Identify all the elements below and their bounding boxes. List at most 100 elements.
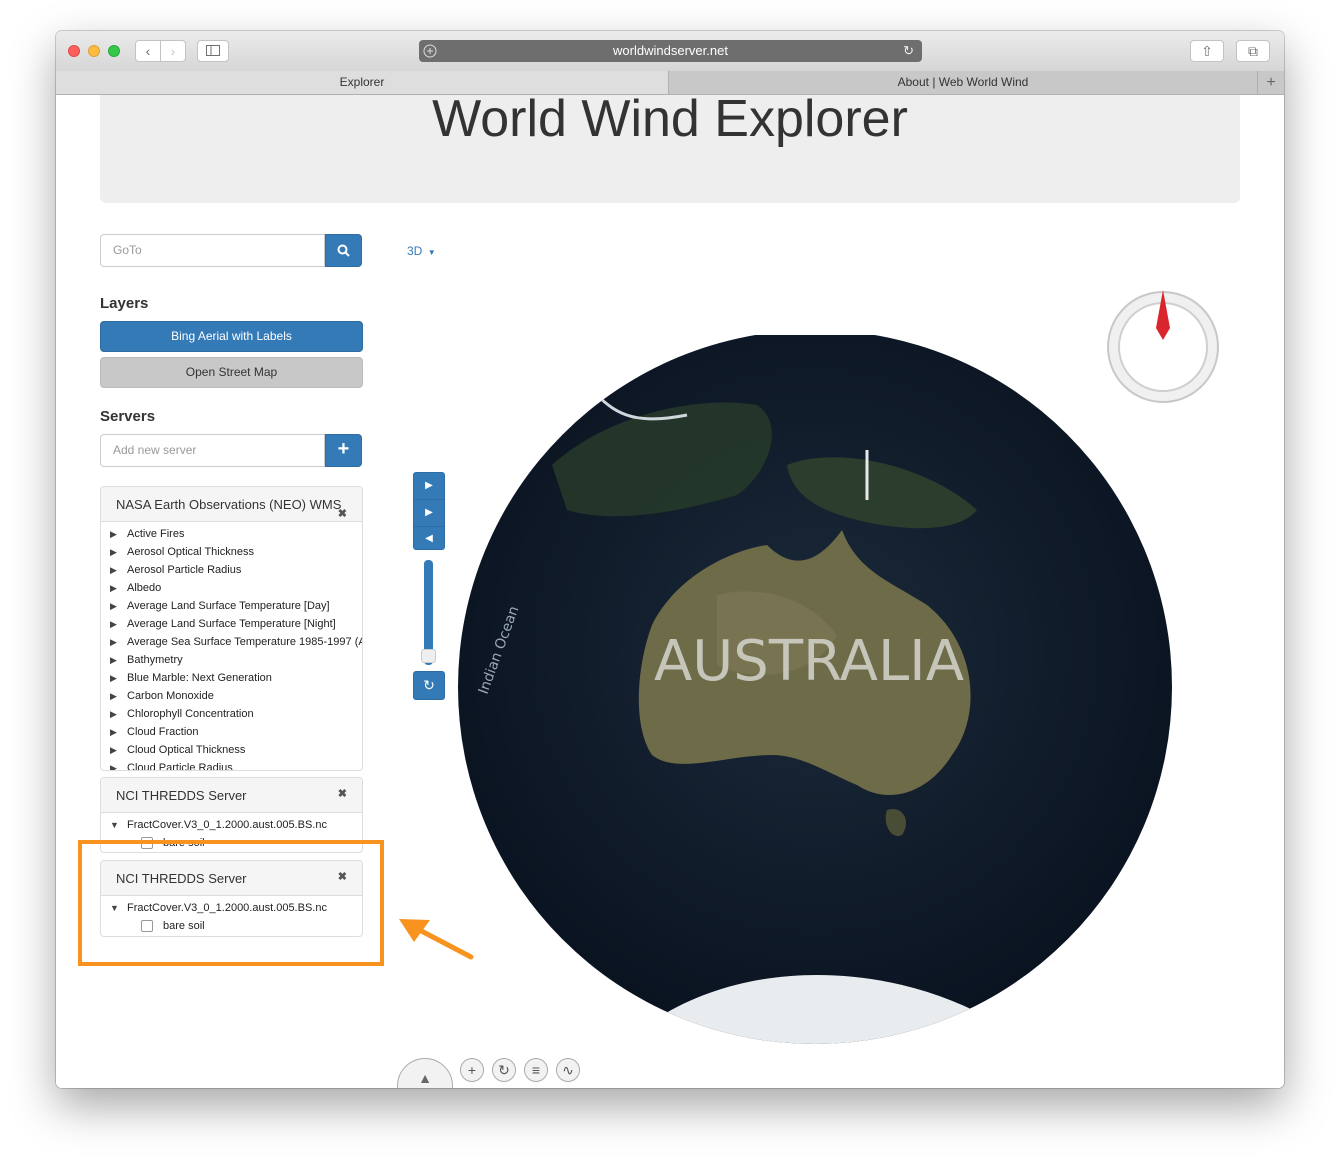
step-back-icon[interactable]: ◀ — [414, 526, 444, 551]
plus-icon: + — [1266, 74, 1276, 91]
projection-label: 3D — [407, 244, 423, 258]
layer-tree-item[interactable]: ▶ Bathymetry — [101, 651, 362, 669]
layer-tree-item-label: Aerosol Optical Thickness — [127, 546, 254, 558]
triangle-right-icon: ▶ — [110, 547, 117, 557]
layer-tree-item-label: Albedo — [127, 582, 162, 594]
globe[interactable]: AUSTRALIA Indian Ocean — [457, 335, 1177, 1055]
triangle-right-icon: ▶ — [110, 637, 117, 647]
server-panel-neo: NASA Earth Observations (NEO) WMS ✖ ▶ Act… — [100, 486, 363, 771]
share-icon: ⇧ — [1201, 43, 1213, 59]
triangle-right-icon: ▶ — [110, 709, 117, 719]
layer-tree-item[interactable]: ▶ Aerosol Optical Thickness — [101, 543, 362, 561]
layer-tree-item[interactable]: ▶ Albedo — [101, 579, 362, 597]
page-title: World Wind Explorer — [432, 95, 908, 148]
compass-icon[interactable] — [1106, 290, 1220, 404]
layer-tree-item[interactable]: ▶ Cloud Particle Radius — [101, 759, 362, 771]
layer-tree-item-label: Cloud Optical Thickness — [127, 744, 246, 756]
layer-tree-item-label: Aerosol Particle Radius — [127, 564, 242, 576]
refresh-button[interactable]: ↻ — [413, 671, 445, 700]
exaggeration-icon[interactable]: ∿ — [556, 1058, 580, 1082]
triangle-right-icon: ▶ — [110, 745, 117, 755]
show-tabs-button[interactable]: ⧉ — [1236, 40, 1270, 62]
time-controls: ▶​ ▶ ◀ — [413, 472, 445, 550]
sidebar-icon — [206, 45, 220, 56]
tilt-icon[interactable]: ≡ — [524, 1058, 548, 1082]
layer-tree-item-label: Cloud Particle Radius — [127, 762, 233, 771]
close-window-button[interactable] — [68, 45, 80, 57]
layer-tree-item[interactable]: ▶ Blue Marble: Next Generation — [101, 669, 362, 687]
address-bar[interactable]: worldwindserver.net ↻ — [419, 40, 922, 62]
layer-tree-item[interactable]: ▶ Chlorophyll Concentration — [101, 705, 362, 723]
tab-explorer[interactable]: Explorer — [56, 71, 669, 94]
header-jumbotron: World Wind Explorer — [100, 95, 1240, 203]
layer-tree-item[interactable]: ▶ Carbon Monoxide — [101, 687, 362, 705]
layer-tree-item[interactable]: ▶ Average Land Surface Temperature [Night… — [101, 615, 362, 633]
triangle-right-icon: ▶ — [110, 529, 117, 539]
new-tab-button[interactable]: + — [1257, 71, 1284, 94]
layer-tree-item[interactable]: ▶ Aerosol Particle Radius — [101, 561, 362, 579]
back-button[interactable]: ‹ — [135, 40, 161, 62]
add-server-input[interactable]: Add new server — [100, 434, 325, 467]
layer-tree-item[interactable]: ▶ Cloud Fraction — [101, 723, 362, 741]
continent-label: AUSTRALIA — [654, 629, 964, 694]
panel-heading: NASA Earth Observations (NEO) WMS ✖ — [101, 487, 362, 522]
triangle-right-icon: ▶ — [110, 601, 117, 611]
page-content: World Wind Explorer GoTo 3D ▼ Layers Bin… — [56, 95, 1284, 1088]
goto-search-button[interactable] — [325, 234, 362, 267]
step-forward-icon[interactable]: ▶​ — [414, 473, 444, 499]
dataset-node[interactable]: ▼ FractCover.V3_0_1.2000.aust.005.BS.nc — [101, 816, 362, 834]
triangle-right-icon: ▶ — [110, 727, 117, 737]
time-slider[interactable] — [421, 560, 436, 665]
chevron-right-icon: › — [170, 43, 176, 59]
tab-bar: Explorer About | Web World Wind + — [56, 71, 1284, 95]
search-icon — [337, 244, 350, 257]
url-text: worldwindserver.net — [613, 43, 728, 58]
layer-tree-item-label: Bathymetry — [127, 654, 183, 666]
minimize-window-button[interactable] — [88, 45, 100, 57]
layer-button-open-street-map[interactable]: Open Street Map — [100, 357, 363, 388]
add-server-button[interactable]: + — [325, 434, 362, 467]
layer-button-bing-aerial[interactable]: Bing Aerial with Labels — [100, 321, 363, 352]
share-button[interactable]: ⇧ — [1190, 40, 1224, 62]
plus-icon: + — [337, 438, 350, 460]
goto-input[interactable]: GoTo — [100, 234, 325, 267]
forward-button[interactable]: › — [160, 40, 186, 62]
layer-tree-item-label: Average Land Surface Temperature [Day] — [127, 600, 330, 612]
close-icon[interactable]: ✖ — [338, 507, 347, 520]
rotate-icon[interactable]: ↻ — [492, 1058, 516, 1082]
layer-tree-item-label: Carbon Monoxide — [127, 690, 214, 702]
layer-tree-item-label: Active Fires — [127, 528, 185, 540]
close-icon[interactable]: ✖ — [338, 787, 347, 800]
layer-tree-item-label: Average Sea Surface Temperature 1985-199… — [127, 636, 363, 648]
panel-title: NASA Earth Observations (NEO) WMS — [116, 497, 342, 512]
pan-icon[interactable]: ▲ — [397, 1058, 453, 1088]
zoom-window-button[interactable] — [108, 45, 120, 57]
layers-heading: Layers — [100, 295, 149, 312]
layer-tree-item[interactable]: ▶ Cloud Optical Thickness — [101, 741, 362, 759]
layer-tree: ▶ Active Fires ▶ Aerosol Optical Thickness ▶… — [101, 522, 362, 771]
triangle-right-icon: ▶ — [110, 673, 117, 683]
triangle-right-icon: ▶ — [110, 655, 117, 665]
layer-tree-item[interactable]: ▶ Average Land Surface Temperature [Day] — [101, 597, 362, 615]
projection-dropdown[interactable]: 3D ▼ — [407, 244, 436, 258]
zoom-icon[interactable]: + — [460, 1058, 484, 1082]
slider-handle[interactable] — [421, 649, 436, 663]
play-icon[interactable]: ▶ — [414, 499, 444, 526]
reload-icon[interactable]: ↻ — [903, 40, 914, 62]
title-bar: ‹ › worldwindserver.net ↻ ⇧ ⧉ — [56, 31, 1284, 72]
layer-tree-item-label: Blue Marble: Next Generation — [127, 672, 272, 684]
highlight-box — [78, 840, 384, 966]
panel-heading: NCI THREDDS Server ✖ — [101, 778, 362, 813]
layer-tree-item[interactable]: ▶ Active Fires — [101, 525, 362, 543]
layer-tree-item[interactable]: ▶ Average Sea Surface Temperature 1985-19… — [101, 633, 362, 651]
sidebar-toggle-button[interactable] — [197, 40, 229, 62]
refresh-icon: ↻ — [423, 677, 435, 693]
tab-about[interactable]: About | Web World Wind — [669, 71, 1257, 94]
triangle-right-icon: ▶ — [110, 691, 117, 701]
layer-tree-item-label: Average Land Surface Temperature [Night] — [127, 618, 336, 630]
servers-heading: Servers — [100, 408, 156, 425]
triangle-right-icon: ▶ — [110, 619, 117, 629]
browser-window: ‹ › worldwindserver.net ↻ ⇧ ⧉ Explorer A… — [56, 31, 1284, 1088]
panel-title: NCI THREDDS Server — [116, 788, 247, 803]
tabs-icon: ⧉ — [1248, 43, 1258, 59]
